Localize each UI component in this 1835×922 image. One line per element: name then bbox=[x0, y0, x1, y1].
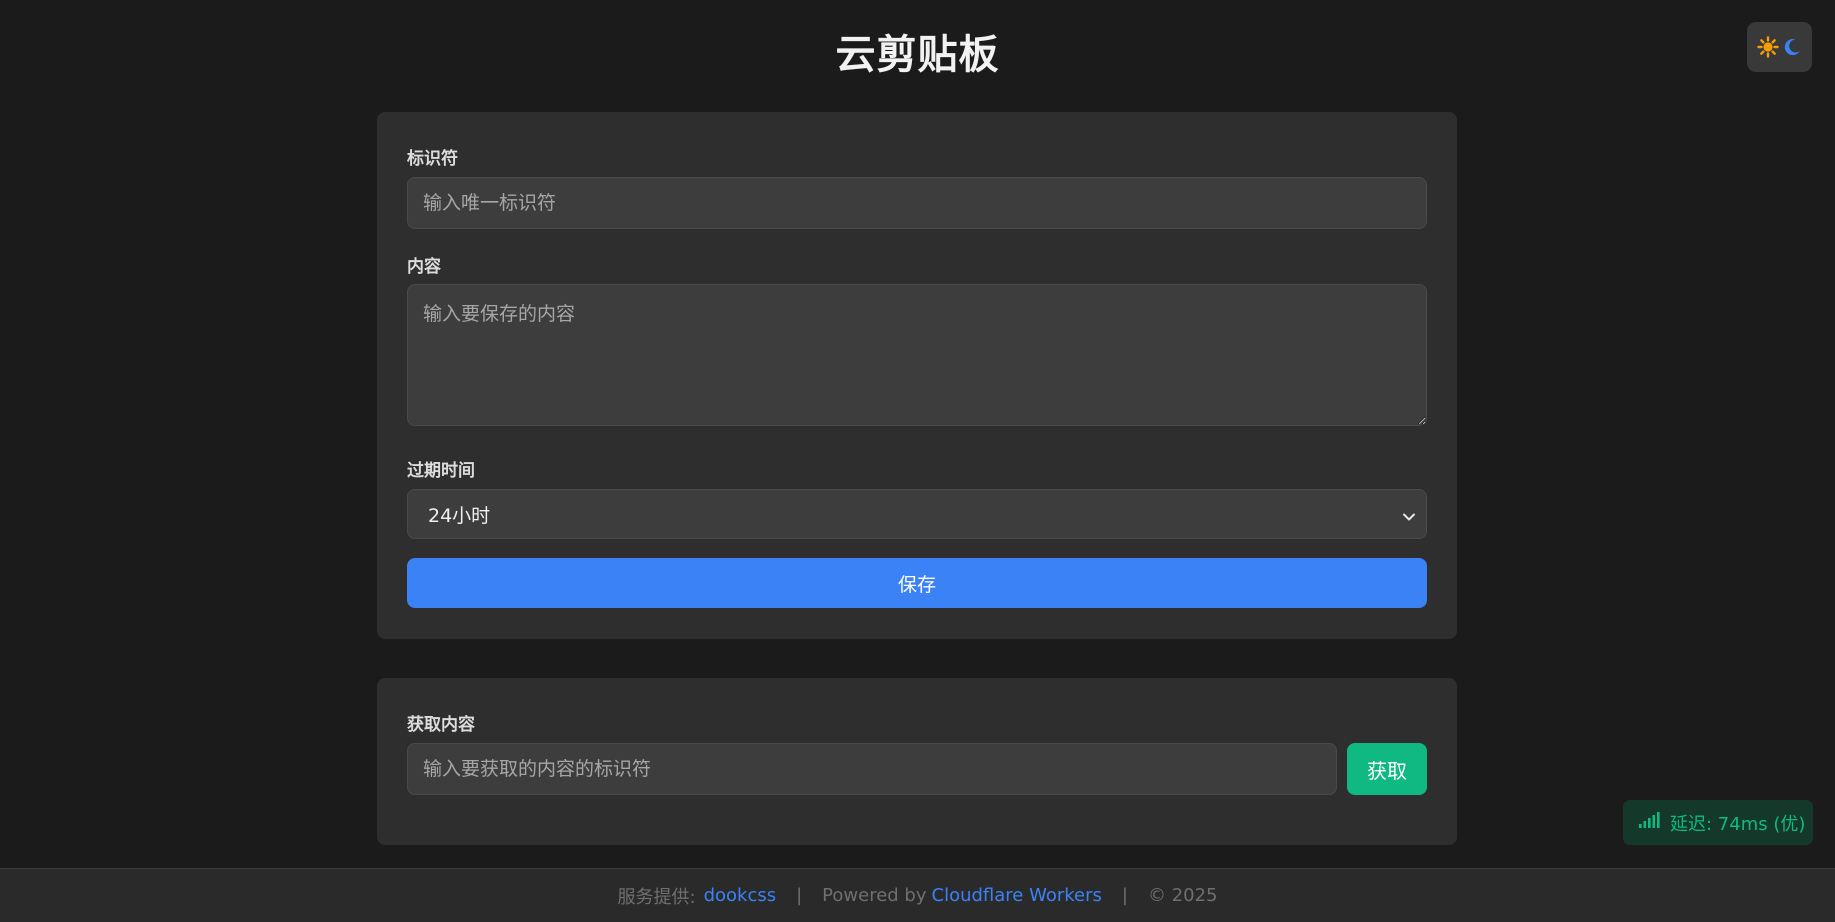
fetch-card: 获取内容 获取 bbox=[377, 678, 1457, 845]
latency-indicator: 延迟: 74ms (优) bbox=[1623, 800, 1813, 845]
copyright: © 2025 bbox=[1147, 885, 1218, 906]
page-title: 云剪贴板 bbox=[835, 32, 1000, 78]
signal-icon bbox=[1638, 811, 1660, 834]
footer: 服务提供: dookcss | Powered by Cloudflare Wo… bbox=[0, 868, 1835, 922]
expiry-select[interactable]: 24小时 bbox=[407, 489, 1427, 539]
save-button[interactable]: 保存 bbox=[407, 558, 1427, 608]
fetch-label: 获取内容 bbox=[407, 715, 475, 735]
content-label: 内容 bbox=[407, 257, 441, 277]
identifier-label: 标识符 bbox=[407, 149, 458, 169]
provider-link[interactable]: dookcss bbox=[704, 885, 777, 906]
footer-separator: | bbox=[796, 885, 803, 906]
fetch-button[interactable]: 获取 bbox=[1347, 743, 1427, 795]
footer-separator: | bbox=[1121, 885, 1128, 906]
latency-text: 延迟: 74ms (优) bbox=[1670, 813, 1806, 835]
theme-toggle-button[interactable] bbox=[1747, 22, 1812, 72]
identifier-input[interactable] bbox=[407, 177, 1427, 229]
provider-prefix: 服务提供: bbox=[617, 886, 696, 908]
fetch-identifier-input[interactable] bbox=[407, 743, 1337, 795]
content-textarea[interactable] bbox=[407, 284, 1427, 426]
cloudflare-workers-link[interactable]: Cloudflare Workers bbox=[932, 885, 1102, 906]
expiry-label: 过期时间 bbox=[407, 461, 475, 481]
page: 云剪贴板 标识符 输入唯一标识符 内容 输入要保存的内容 过期时间 24小时 保… bbox=[0, 0, 1835, 922]
expiry-selected-value: 24小时 bbox=[428, 504, 491, 527]
moon-icon bbox=[1782, 37, 1802, 57]
sun-icon bbox=[1757, 36, 1779, 58]
chevron-down-icon bbox=[1402, 507, 1416, 529]
save-card: 标识符 内容 过期时间 24小时 保存 bbox=[377, 112, 1457, 639]
powered-prefix: Powered by bbox=[822, 885, 927, 906]
